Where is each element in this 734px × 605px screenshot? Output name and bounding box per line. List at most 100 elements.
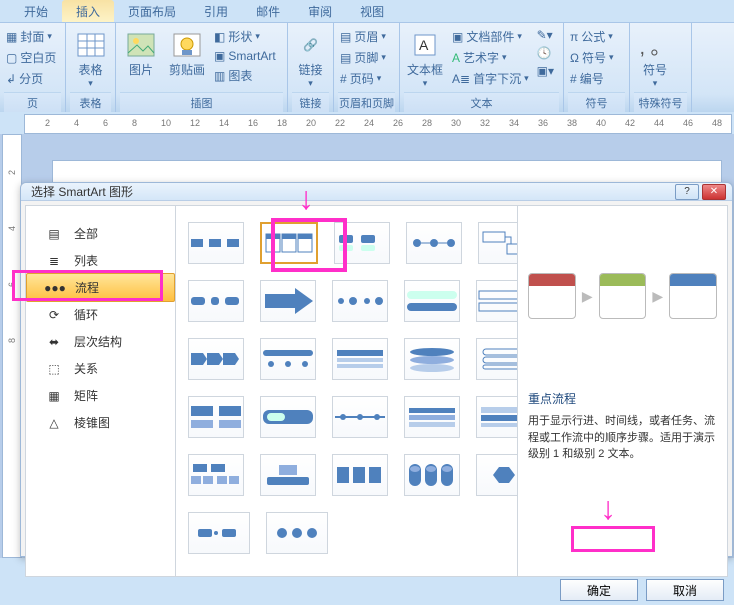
quick-parts-button[interactable]: ▣文档部件▾ — [450, 27, 531, 46]
tab-review[interactable]: 审阅 — [294, 0, 346, 22]
smartart-thumb[interactable] — [332, 396, 388, 438]
number-button[interactable]: #编号 — [568, 69, 616, 88]
smartart-thumb[interactable] — [404, 396, 460, 438]
ruler-mark: 44 — [654, 118, 664, 128]
smartart-thumb[interactable] — [332, 280, 388, 322]
equation-button[interactable]: π公式▾ — [568, 27, 616, 46]
links-button[interactable]: 🔗链接▾ — [292, 25, 329, 89]
category-matrix[interactable]: ▦矩阵 — [26, 382, 175, 409]
table-button[interactable]: 表格▾ — [70, 25, 111, 89]
sig-icon: ✎▾ — [537, 28, 553, 42]
shapes-button[interactable]: ◧形状▾ — [212, 27, 278, 46]
smartart-thumb[interactable] — [260, 338, 316, 380]
help-button[interactable]: ? — [675, 184, 699, 200]
smartart-thumb[interactable] — [260, 222, 318, 264]
smartart-thumb[interactable] — [334, 222, 390, 264]
category-pyramid[interactable]: △棱锥图 — [26, 409, 175, 436]
category-label: 流程 — [75, 279, 99, 296]
page-icon: ▦ — [6, 30, 17, 44]
ok-button[interactable]: 确定 — [560, 579, 638, 601]
smartart-button[interactable]: ▣SmartArt — [212, 48, 278, 64]
picture-button[interactable]: 图片 — [120, 25, 162, 78]
smartart-thumb[interactable] — [188, 222, 244, 264]
smartart-thumb[interactable] — [260, 280, 316, 322]
wordart-icon: A — [452, 51, 460, 65]
category-label: 棱锥图 — [74, 414, 110, 431]
smartart-thumb[interactable] — [476, 280, 517, 322]
smartart-thumb[interactable] — [406, 222, 462, 264]
ruler-mark: 8 — [132, 118, 137, 128]
cover-page-button[interactable]: ▦封面▾ — [4, 27, 58, 46]
category-label: 全部 — [74, 225, 98, 242]
ruler-mark: 14 — [219, 118, 229, 128]
category-process[interactable]: ●●●流程 — [26, 273, 175, 302]
cancel-button[interactable]: 取消 — [646, 579, 724, 601]
category-hierarchy[interactable]: ⬌层次结构 — [26, 328, 175, 355]
ruler-mark: 2 — [7, 170, 17, 175]
ribbon: ▦封面▾ ▢空白页 ↲分页 页 表格▾ 表格 图片 剪贴画 ◧形状▾ ▣Smar… — [0, 22, 734, 112]
chart-button[interactable]: ▥图表 — [212, 66, 278, 85]
smartart-thumb[interactable] — [260, 396, 316, 438]
smartart-thumb[interactable] — [476, 396, 517, 438]
obj-icon: ▣▾ — [537, 64, 554, 78]
smartart-thumb[interactable] — [476, 454, 517, 496]
tab-insert[interactable]: 插入 — [62, 0, 114, 22]
close-button[interactable]: ✕ — [702, 184, 726, 200]
vertical-ruler[interactable]: 2468 — [2, 134, 22, 558]
group-label: 特殊符号 — [634, 92, 687, 112]
smartart-thumb[interactable] — [266, 512, 328, 554]
dialog-titlebar[interactable]: 选择 SmartArt 图形 ? ✕ — [21, 183, 732, 201]
preview-description: 用于显示行进、时间线，或者任务、流程或工作流中的顺序步骤。适用于演示级别 1 和… — [528, 413, 717, 463]
ruler-mark: 8 — [7, 338, 17, 343]
category-relationship[interactable]: ⬚关系 — [26, 355, 175, 382]
group-tables: 表格▾ 表格 — [66, 23, 116, 112]
dropcap-button[interactable]: A≣首字下沉▾ — [450, 69, 531, 88]
tab-view[interactable]: 视图 — [346, 0, 398, 22]
tab-home[interactable]: 开始 — [10, 0, 62, 22]
smartart-thumb[interactable] — [404, 454, 460, 496]
smartart-thumb[interactable] — [188, 454, 244, 496]
wordart-button[interactable]: A艺术字▾ — [450, 48, 531, 67]
page-number-button[interactable]: #页码▾ — [338, 69, 388, 88]
header-icon: ▤ — [340, 30, 351, 44]
ruler-mark: 34 — [509, 118, 519, 128]
horizontal-ruler[interactable]: 2468101214161820222426283032343638404244… — [24, 114, 732, 134]
clipart-icon — [171, 29, 203, 61]
obj-button[interactable]: ▣▾ — [535, 63, 556, 79]
parts-icon: ▣ — [452, 30, 463, 44]
blank-page-button[interactable]: ▢空白页 — [4, 48, 58, 67]
smartart-thumb[interactable] — [260, 454, 316, 496]
smartart-thumb[interactable] — [188, 280, 244, 322]
category-list[interactable]: ≣列表 — [26, 247, 175, 274]
tab-mailings[interactable]: 邮件 — [242, 0, 294, 22]
ruler-mark: 38 — [567, 118, 577, 128]
smartart-thumb[interactable] — [476, 338, 517, 380]
smartart-thumb[interactable] — [478, 222, 517, 264]
sig-button[interactable]: ✎▾ — [535, 27, 556, 43]
date-button[interactable]: 🕓 — [535, 45, 556, 61]
symbol-button[interactable]: Ω符号▾ — [568, 48, 616, 67]
smartart-thumb[interactable] — [188, 512, 250, 554]
ruler-mark: 20 — [306, 118, 316, 128]
smartart-thumb[interactable] — [188, 396, 244, 438]
special-symbol-button[interactable]: , 。符号▾ — [634, 25, 676, 89]
textbox-button[interactable]: A文本框▾ — [404, 25, 446, 89]
category-all[interactable]: ▤全部 — [26, 220, 175, 247]
group-text: A文本框▾ ▣文档部件▾ A艺术字▾ A≣首字下沉▾ ✎▾ 🕓 ▣▾ 文本 — [400, 23, 564, 112]
footer-button[interactable]: ▤页脚▾ — [338, 48, 388, 67]
group-illustrations: 图片 剪贴画 ◧形状▾ ▣SmartArt ▥图表 插图 — [116, 23, 288, 112]
group-header-footer: ▤页眉▾ ▤页脚▾ #页码▾ 页眉和页脚 — [334, 23, 400, 112]
page-break-button[interactable]: ↲分页 — [4, 69, 58, 88]
category-icon: ≣ — [44, 254, 64, 268]
smartart-thumb[interactable] — [188, 338, 244, 380]
chart-icon: ▥ — [214, 69, 225, 83]
smartart-thumb[interactable] — [332, 338, 388, 380]
smartart-thumb[interactable] — [404, 280, 460, 322]
tab-page-layout[interactable]: 页面布局 — [114, 0, 190, 22]
category-cycle[interactable]: ⟳循环 — [26, 301, 175, 328]
smartart-thumb[interactable] — [404, 338, 460, 380]
clipart-button[interactable]: 剪贴画 — [166, 25, 208, 78]
smartart-thumb[interactable] — [332, 454, 388, 496]
tab-references[interactable]: 引用 — [190, 0, 242, 22]
header-button[interactable]: ▤页眉▾ — [338, 27, 388, 46]
